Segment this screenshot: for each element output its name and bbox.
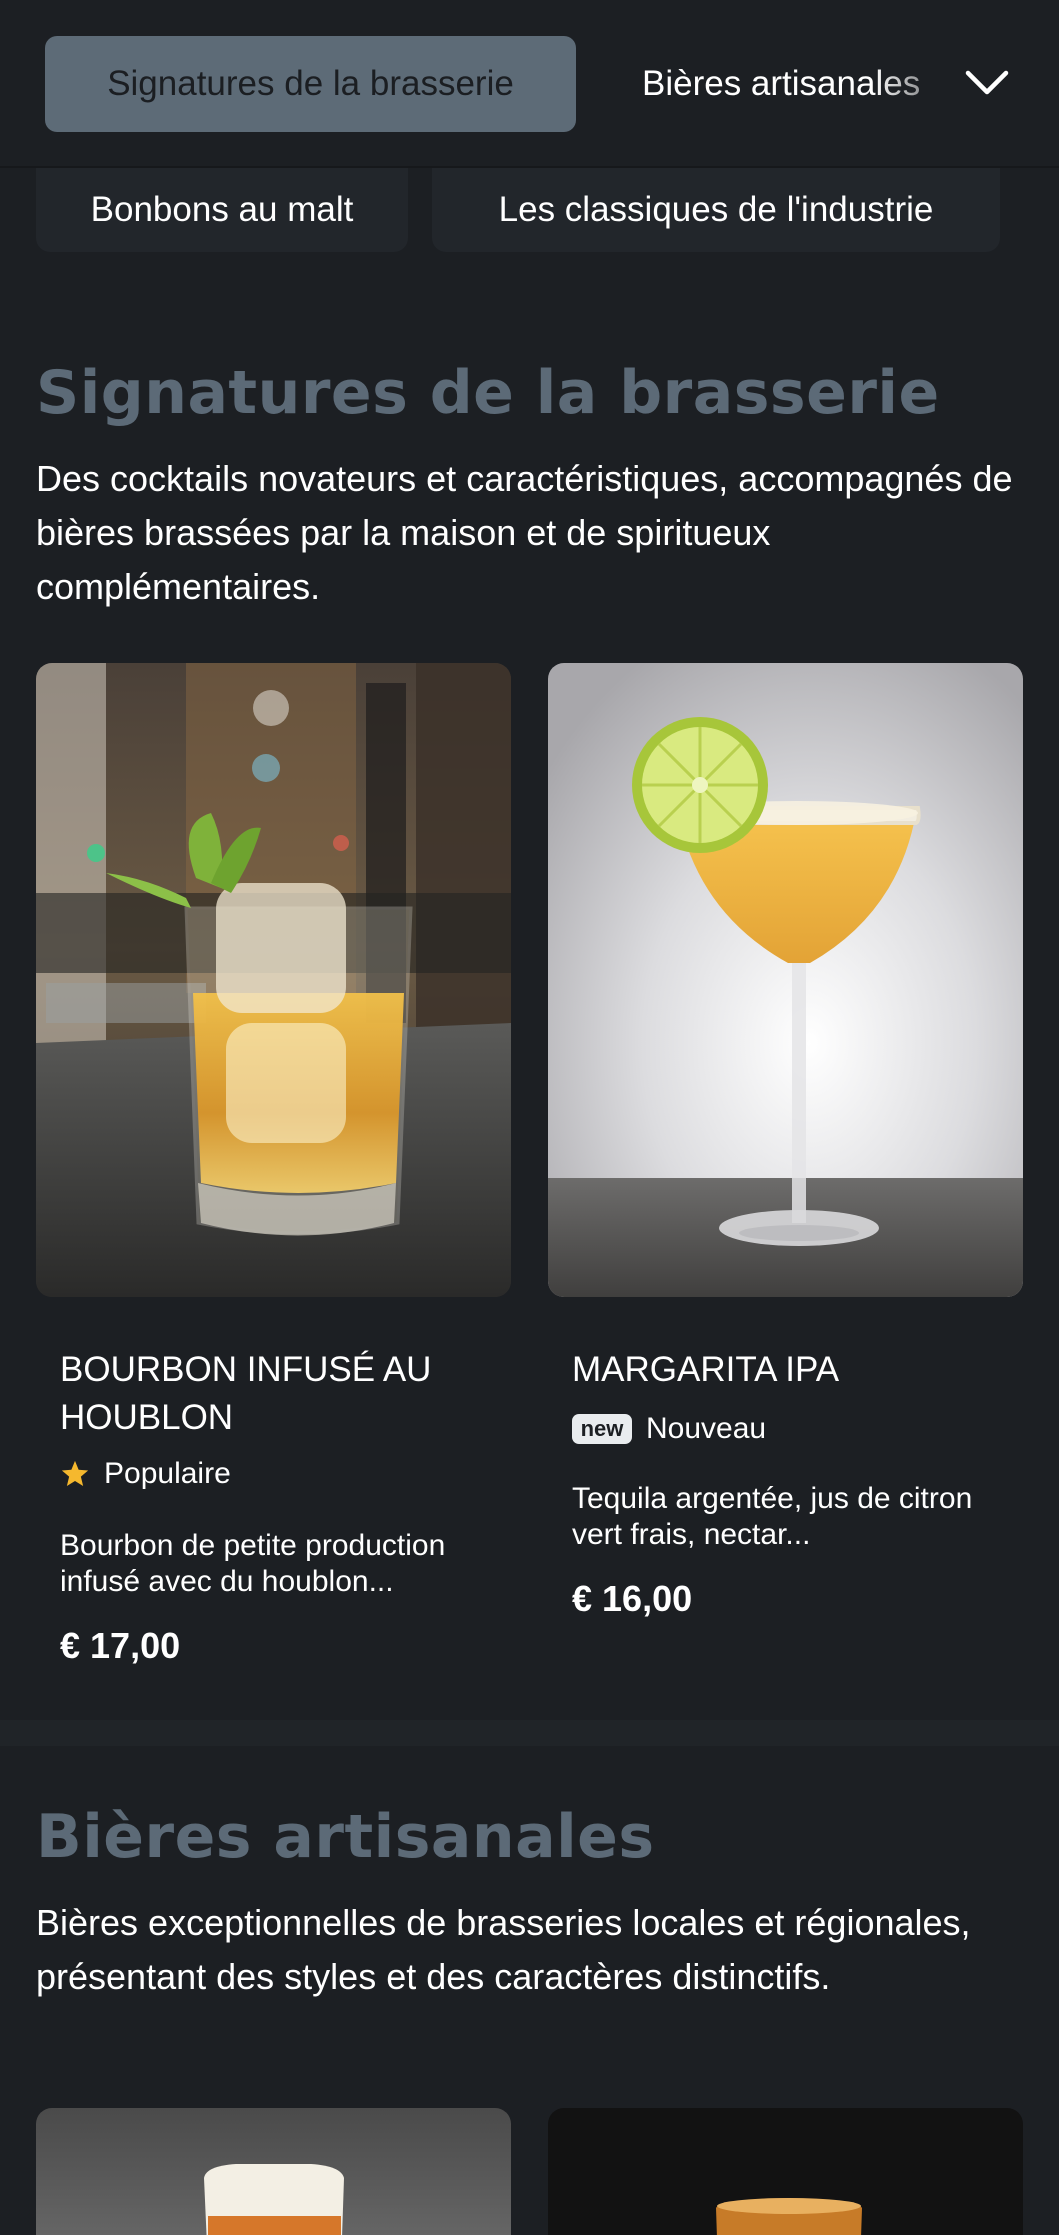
section-title-signatures: Signatures de la brasserie [36,358,940,428]
category-nav: Signatures de la brasserie Bières artisa… [0,0,1059,168]
item-image-beer-2[interactable] [548,2108,1023,2235]
item-name-margarita[interactable]: MARGARITA IPA [572,1346,992,1394]
item-description-bourbon: Bourbon de petite production infusé avec… [60,1529,446,1598]
section-description-signatures: Des cocktails novateurs et caractéristiq… [36,458,1013,607]
item-image-beer-1[interactable] [36,2108,511,2235]
category-chip-classiques[interactable]: Les classiques de l'industrie [432,168,1000,252]
item-badge-new: new Nouveau [572,1412,766,1446]
item-badge-popular: Populaire [60,1457,231,1491]
section-divider [0,1720,1059,1746]
category-nav-row: Signatures de la brasserie Bières artisa… [0,0,1059,168]
item-price-bourbon: € 17,00 [60,1625,181,1666]
item-image-margarita[interactable] [548,663,1023,1297]
category-chip-bonbons[interactable]: Bonbons au malt [36,168,408,252]
item-image-bourbon[interactable] [36,663,511,1297]
badge-label: Populaire [104,1457,231,1490]
badge-label: Nouveau [646,1412,767,1445]
chevron-down-icon[interactable] [960,60,1014,106]
item-description-margarita: Tequila argentée, jus de citron vert fra… [572,1482,973,1551]
section-description-bieres: Bières exceptionnelles de brasseries loc… [36,1902,971,1997]
item-price-margarita: € 16,00 [572,1578,693,1619]
section-title-bieres: Bières artisanales [36,1802,655,1872]
item-name-bourbon[interactable]: BOURBON INFUSÉ AU HOUBLON [60,1346,480,1442]
category-chip-bieres[interactable]: Bières artisanales [642,36,972,132]
category-chip-signatures[interactable]: Signatures de la brasserie [45,36,576,132]
star-icon [60,1459,90,1489]
new-icon: new [572,1414,632,1444]
